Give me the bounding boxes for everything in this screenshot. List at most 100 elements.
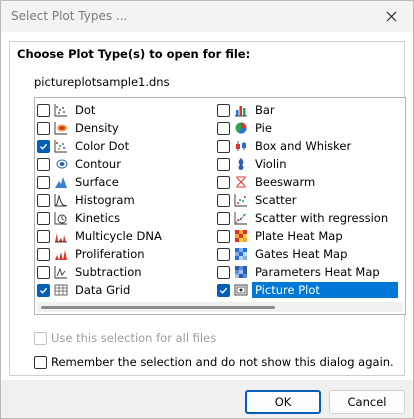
box-whisker-plot-icon [236, 141, 246, 151]
plot-type-checkbox[interactable] [37, 265, 50, 279]
plot-type-checkbox[interactable] [37, 103, 50, 117]
plot-type-item-dot[interactable]: Dot [37, 101, 217, 119]
plot-type-item-surface[interactable]: Surface [37, 173, 217, 191]
gates-heat-map-icon [235, 248, 247, 260]
plot-type-label: Histogram [75, 193, 135, 207]
plot-type-checkbox[interactable] [217, 175, 230, 189]
dot-plot-icon [54, 104, 67, 117]
plot-type-label: Bar [255, 103, 275, 117]
plot-type-item-multicycle-dna[interactable]: Multicycle DNA [37, 227, 217, 245]
kinetics-plot-icon [54, 212, 67, 225]
beeswarm-plot-icon [236, 176, 246, 188]
plot-type-checkbox[interactable] [217, 157, 230, 171]
plot-type-checkbox[interactable] [37, 157, 50, 171]
plot-type-label: Parameters Heat Map [255, 265, 380, 279]
plot-type-group: Choose Plot Type(s) to open for file: pi… [9, 41, 406, 376]
bar-plot-icon [235, 106, 247, 117]
plot-type-item-kinetics[interactable]: Kinetics [37, 209, 217, 227]
plot-type-label: Proliferation [75, 247, 145, 261]
plot-type-item-violin[interactable]: Violin [217, 155, 405, 173]
plot-type-checkbox[interactable] [37, 211, 50, 225]
plot-type-label: Dot [75, 103, 96, 117]
plot-type-item-beeswarm[interactable]: Beeswarm [217, 173, 405, 191]
plate-heat-map-icon [235, 230, 247, 242]
plot-type-checkbox[interactable] [37, 139, 50, 153]
horizontal-scrollbar[interactable] [37, 302, 403, 312]
plot-type-checkbox[interactable] [217, 139, 230, 153]
plot-type-item-density[interactable]: Density [37, 119, 217, 137]
pie-plot-icon [235, 122, 247, 134]
plot-type-checkbox[interactable] [37, 229, 50, 243]
plot-type-checkbox[interactable] [217, 121, 230, 135]
plot-type-checkbox[interactable] [217, 211, 230, 225]
violin-plot-icon [238, 158, 244, 170]
plot-type-column-right: Bar Pie Box and Whisker Violin Beeswarm Scatt… [217, 101, 405, 299]
plot-type-label: Contour [75, 157, 121, 171]
plot-type-item-scatter[interactable]: Scatter [217, 191, 405, 209]
plot-type-item-data-grid[interactable]: Data Grid [37, 281, 217, 299]
ok-button[interactable]: OK [245, 390, 321, 414]
use-for-all-checkbox [34, 331, 47, 345]
plot-type-item-parameters-heat-map[interactable]: Parameters Heat Map [217, 263, 405, 281]
plot-type-checkbox[interactable] [217, 283, 230, 297]
remember-option[interactable]: Remember the selection and do not show t… [34, 355, 394, 369]
file-name: pictureplotsample1.dns [34, 75, 170, 89]
dialog-content: Choose Plot Type(s) to open for file: pi… [1, 32, 413, 380]
plot-type-label: Color Dot [75, 139, 130, 153]
plot-type-checkbox[interactable] [37, 175, 50, 189]
group-label: Choose Plot Type(s) to open for file: [17, 47, 251, 61]
close-button[interactable] [369, 1, 413, 32]
plot-type-label: Box and Whisker [255, 139, 352, 153]
plot-type-label: Picture Plot [252, 282, 398, 298]
plot-type-item-pie[interactable]: Pie [217, 119, 405, 137]
use-for-all-label: Use this selection for all files [51, 331, 217, 345]
plot-type-item-scatter-with-regression[interactable]: Scatter with regression [217, 209, 405, 227]
plot-type-column-left: Dot Density Color Dot Contour Surface Histogr… [37, 101, 217, 299]
close-icon [386, 11, 396, 22]
plot-type-item-contour[interactable]: Contour [37, 155, 217, 173]
window-title: Select Plot Types ... [11, 9, 128, 23]
use-for-all-option: Use this selection for all files [34, 331, 216, 345]
plot-type-label: Multicycle DNA [75, 229, 162, 243]
picture-plot-icon [234, 284, 248, 296]
plot-type-label: Scatter with regression [255, 211, 389, 225]
plot-type-item-box-and-whisker[interactable]: Box and Whisker [217, 137, 405, 155]
plot-type-label: Gates Heat Map [255, 247, 348, 261]
color-dot-plot-icon [54, 140, 67, 153]
plot-type-item-histogram[interactable]: Histogram [37, 191, 217, 209]
plot-type-item-plate-heat-map[interactable]: Plate Heat Map [217, 227, 405, 245]
plot-type-checkbox[interactable] [37, 247, 50, 261]
plot-type-item-proliferation[interactable]: Proliferation [37, 245, 217, 263]
subtraction-plot-icon [54, 266, 67, 279]
remember-label: Remember the selection and do not show t… [51, 355, 394, 369]
plot-type-item-gates-heat-map[interactable]: Gates Heat Map [217, 245, 405, 263]
plot-type-item-picture-plot[interactable]: Picture Plot [217, 281, 405, 299]
plot-type-label: Surface [75, 175, 119, 189]
plot-type-item-subtraction[interactable]: Subtraction [37, 263, 217, 281]
plot-type-checkbox[interactable] [217, 265, 230, 279]
multicycle-dna-plot-icon [55, 233, 67, 243]
plot-type-checkbox[interactable] [217, 247, 230, 261]
plot-type-label: Pie [255, 121, 272, 135]
scrollbar-thumb[interactable] [41, 306, 275, 309]
plot-type-label: Density [75, 121, 119, 135]
plot-type-label: Beeswarm [255, 175, 316, 189]
plot-type-checkbox[interactable] [217, 103, 230, 117]
plot-type-label: Plate Heat Map [255, 229, 343, 243]
plot-type-item-color-dot[interactable]: Color Dot [37, 137, 217, 155]
plot-type-checkbox[interactable] [37, 193, 50, 207]
remember-checkbox[interactable] [34, 355, 47, 369]
density-plot-icon [54, 122, 67, 135]
plot-type-label: Violin [255, 157, 287, 171]
plot-type-item-bar[interactable]: Bar [217, 101, 405, 119]
plot-type-checkbox[interactable] [37, 121, 50, 135]
plot-type-checkbox[interactable] [217, 229, 230, 243]
surface-plot-icon [55, 177, 67, 188]
parameters-heat-map-icon [235, 266, 247, 278]
plot-type-checkbox[interactable] [217, 193, 230, 207]
plot-type-list[interactable]: Dot Density Color Dot Contour Surface Histogr… [34, 97, 406, 315]
cancel-button[interactable]: Cancel [329, 390, 405, 414]
dialog-footer: OK Cancel [1, 380, 413, 418]
plot-type-checkbox[interactable] [37, 283, 50, 297]
scatter-plot-icon [234, 194, 247, 207]
